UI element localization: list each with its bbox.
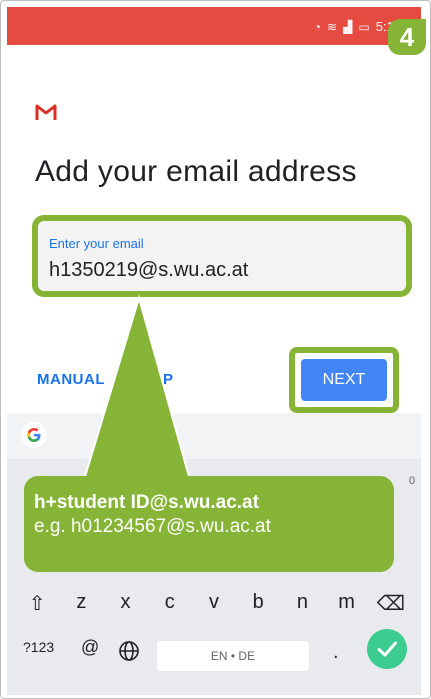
email-field-value[interactable]: h1350219@s.wu.ac.at <box>49 259 248 282</box>
period-key[interactable]: . <box>333 641 339 664</box>
keyboard-row-3: ⇧ z x c v b n m ⌫ <box>7 591 421 616</box>
key-x[interactable]: x <box>108 591 144 616</box>
google-g-icon[interactable] <box>21 422 47 448</box>
next-highlight: NEXT <box>289 347 399 413</box>
enter-check-icon[interactable] <box>367 629 407 669</box>
space-key[interactable]: EN • DE <box>157 641 309 671</box>
signal-icon: ▟ <box>343 19 353 34</box>
key-z[interactable]: z <box>63 591 99 616</box>
manual-setup-label: MANUAL <box>37 371 105 388</box>
data-saver-icon: ◔ <box>313 19 322 34</box>
battery-icon: ▭ <box>358 19 370 34</box>
page-title: Add your email address <box>35 155 357 188</box>
status-bar: ◔ ≋ ▟ ▭ 5:13 <box>7 7 421 45</box>
step-badge: 4 <box>388 19 426 55</box>
email-field[interactable]: Enter your email h1350219@s.wu.ac.at <box>32 215 412 297</box>
suggestion-bar <box>7 413 421 459</box>
symbols-key[interactable]: ?123 <box>23 639 54 655</box>
key-c[interactable]: c <box>152 591 188 616</box>
keyboard-partial-key: 0 <box>409 475 416 487</box>
manual-setup-tail: P <box>163 371 174 388</box>
next-button[interactable]: NEXT <box>301 359 387 401</box>
shift-key[interactable]: ⇧ <box>19 591 55 616</box>
backspace-key[interactable]: ⌫ <box>373 591 409 616</box>
key-b[interactable]: b <box>240 591 276 616</box>
at-key[interactable]: @ <box>81 637 99 658</box>
gmail-logo <box>35 104 57 120</box>
callout-bubble: h+student ID@s.wu.ac.at e.g. h01234567@s… <box>24 476 394 572</box>
globe-icon[interactable] <box>117 639 141 663</box>
wifi-icon: ≋ <box>327 19 338 34</box>
key-n[interactable]: n <box>284 591 320 616</box>
key-m[interactable]: m <box>329 591 365 616</box>
device-frame: ◔ ≋ ▟ ▭ 5:13 4 Add your email address En… <box>0 0 431 699</box>
email-field-label: Enter your email <box>49 236 144 251</box>
key-v[interactable]: v <box>196 591 232 616</box>
callout-line-2: e.g. h01234567@s.wu.ac.at <box>34 516 271 537</box>
callout-line-1: h+student ID@s.wu.ac.at <box>34 492 259 513</box>
manual-setup-button[interactable]: MANUAL P <box>37 371 174 388</box>
